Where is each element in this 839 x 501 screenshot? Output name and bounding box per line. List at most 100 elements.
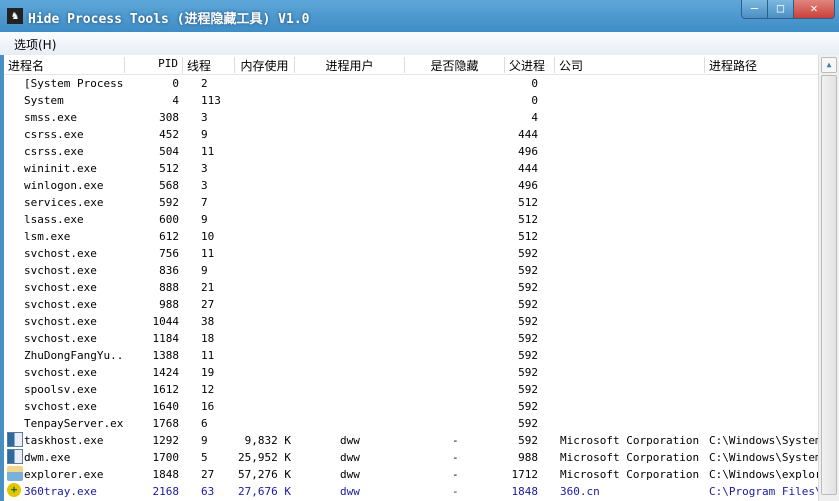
table-row[interactable]: svchost.exe 756 11 592 [4, 245, 818, 262]
process-list[interactable]: 进程名 PID 线程 内存使用 进程用户 是否隐藏 父进程 公司 进程路径 [S… [4, 55, 839, 501]
close-button[interactable]: ✕ [793, 0, 835, 19]
table-row[interactable]: explorer.exe 1848 27 57,276 Kdww -1712 Micros… [4, 466, 818, 483]
cell-pid: 612 [159, 230, 179, 243]
col-header-memory[interactable]: 内存使用 [235, 57, 295, 73]
cell-name: taskhost.exe [24, 434, 104, 447]
cell-path: C:\Windows\System3 [709, 434, 818, 447]
cell-threads: 38 [201, 315, 215, 328]
cell-company: Microsoft Corporation [560, 451, 700, 464]
cell-ppid: 444 [518, 162, 538, 175]
cell-ppid: 592 [518, 434, 538, 447]
cell-pid: 988 [159, 298, 179, 311]
col-header-name[interactable]: 进程名 [4, 57, 125, 73]
cell-name: csrss.exe [24, 145, 84, 158]
cell-name: svchost.exe [24, 366, 97, 379]
cell-name: svchost.exe [24, 332, 97, 345]
360-plus-icon: + [7, 483, 21, 497]
cell-threads: 3 [201, 179, 208, 192]
cell-threads: 11 [201, 349, 215, 362]
cell-threads: 27 [201, 298, 215, 311]
window-app-icon [7, 449, 23, 464]
cell-threads: 11 [201, 145, 215, 158]
col-header-path[interactable]: 进程路径 [705, 57, 818, 73]
vertical-scrollbar[interactable]: ▲ [818, 55, 839, 501]
table-row[interactable]: svchost.exe 988 27 592 [4, 296, 818, 313]
table-row[interactable]: winlogon.exe 568 3 496 [4, 177, 818, 194]
cell-hidden: - [452, 451, 459, 464]
table-row[interactable]: System 4 113 0 [4, 92, 818, 109]
scroll-thumb[interactable] [821, 75, 837, 495]
scroll-up-arrow-icon[interactable]: ▲ [821, 57, 837, 73]
table-row[interactable]: TenpayServer.exe 1768 6 592 [4, 415, 818, 432]
cell-ppid: 496 [518, 179, 538, 192]
cell-pid: 308 [159, 111, 179, 124]
cell-pid: 1424 [152, 366, 180, 379]
cell-path: C:\Windows\explore [709, 468, 818, 481]
table-row[interactable]: svchost.exe 836 9 592 [4, 262, 818, 279]
cell-pid: 1640 [152, 400, 180, 413]
table-row[interactable]: [System Process] 0 2 0 [4, 75, 818, 92]
table-row[interactable]: csrss.exe 452 9 444 [4, 126, 818, 143]
table-row[interactable]: taskhost.exe 1292 9 9,832 Kdww -592 Microsoft… [4, 432, 818, 449]
col-header-user[interactable]: 进程用户 [295, 57, 405, 73]
minimize-button[interactable]: — [741, 0, 768, 19]
cell-pid: 452 [159, 128, 179, 141]
cell-ppid: 592 [518, 332, 538, 345]
table-row[interactable]: wininit.exe 512 3 444 [4, 160, 818, 177]
col-header-hidden[interactable]: 是否隐藏 [405, 57, 505, 73]
cell-name: svchost.exe [24, 281, 97, 294]
cell-pid: 512 [159, 162, 179, 175]
cell-path: C:\Windows\System3 [709, 451, 818, 464]
cell-threads: 19 [201, 366, 215, 379]
col-header-threads[interactable]: 线程 [183, 57, 235, 73]
cell-name: wininit.exe [24, 162, 97, 175]
table-row[interactable]: spoolsv.exe 1612 12 592 [4, 381, 818, 398]
cell-threads: 113 [201, 94, 221, 107]
table-row[interactable]: svchost.exe 888 21 592 [4, 279, 818, 296]
table-row[interactable]: +360tray.exe 2168 63 27,676 Kdww -1848 360.cn… [4, 483, 818, 500]
cell-threads: 18 [201, 332, 215, 345]
cell-pid: 888 [159, 281, 179, 294]
table-row[interactable]: lsass.exe 600 9 512 [4, 211, 818, 228]
cell-pid: 1184 [152, 332, 180, 345]
cell-name: services.exe [24, 196, 104, 209]
cell-name: System [24, 94, 64, 107]
table-row[interactable]: services.exe 592 7 512 [4, 194, 818, 211]
cell-pid: 592 [159, 196, 179, 209]
table-row[interactable]: smss.exe 308 3 4 [4, 109, 818, 126]
col-header-company[interactable]: 公司 [555, 57, 705, 73]
list-header: 进程名 PID 线程 内存使用 进程用户 是否隐藏 父进程 公司 进程路径 [4, 55, 818, 75]
table-row[interactable]: svchost.exe 1044 38 592 [4, 313, 818, 330]
menu-options[interactable]: 选项(H) [14, 36, 56, 53]
col-header-pid[interactable]: PID [125, 57, 183, 73]
table-row[interactable]: svchost.exe 1424 19 592 [4, 364, 818, 381]
cell-ppid: 1848 [511, 485, 539, 498]
cell-name: 360tray.exe [24, 485, 97, 498]
cell-threads: 11 [201, 247, 215, 260]
cell-name: lsm.exe [24, 230, 71, 243]
cell-mem: 25,952 K [238, 451, 291, 464]
table-row[interactable]: ZhuDongFangYu... 1388 11 592 [4, 347, 818, 364]
title-bar[interactable]: ♞ Hide Process Tools (进程隐藏工具) V1.0 — □ ✕ [0, 0, 839, 32]
maximize-button[interactable]: □ [767, 0, 794, 19]
cell-user: dww [340, 451, 360, 464]
cell-threads: 7 [201, 196, 208, 209]
cell-pid: 568 [159, 179, 179, 192]
cell-company: Microsoft Corporation [560, 468, 700, 481]
cell-name: ZhuDongFangYu... [24, 349, 124, 362]
table-row[interactable]: svchost.exe 1640 16 592 [4, 398, 818, 415]
cell-threads: 16 [201, 400, 215, 413]
app-icon: ♞ [7, 8, 23, 24]
cell-name: dwm.exe [24, 451, 71, 464]
cell-ppid: 592 [518, 264, 538, 277]
table-row[interactable]: svchost.exe 1184 18 592 [4, 330, 818, 347]
table-row[interactable]: dwm.exe 1700 5 25,952 Kdww -988 Microsoft Cor… [4, 449, 818, 466]
cell-name: svchost.exe [24, 298, 97, 311]
table-row[interactable]: lsm.exe 612 10 512 [4, 228, 818, 245]
cell-name: TenpayServer.exe [24, 417, 124, 430]
cell-user: dww [340, 434, 360, 447]
col-header-parent[interactable]: 父进程 [505, 57, 555, 73]
cell-ppid: 592 [518, 366, 538, 379]
cell-pid: 1768 [152, 417, 180, 430]
table-row[interactable]: csrss.exe 504 11 496 [4, 143, 818, 160]
